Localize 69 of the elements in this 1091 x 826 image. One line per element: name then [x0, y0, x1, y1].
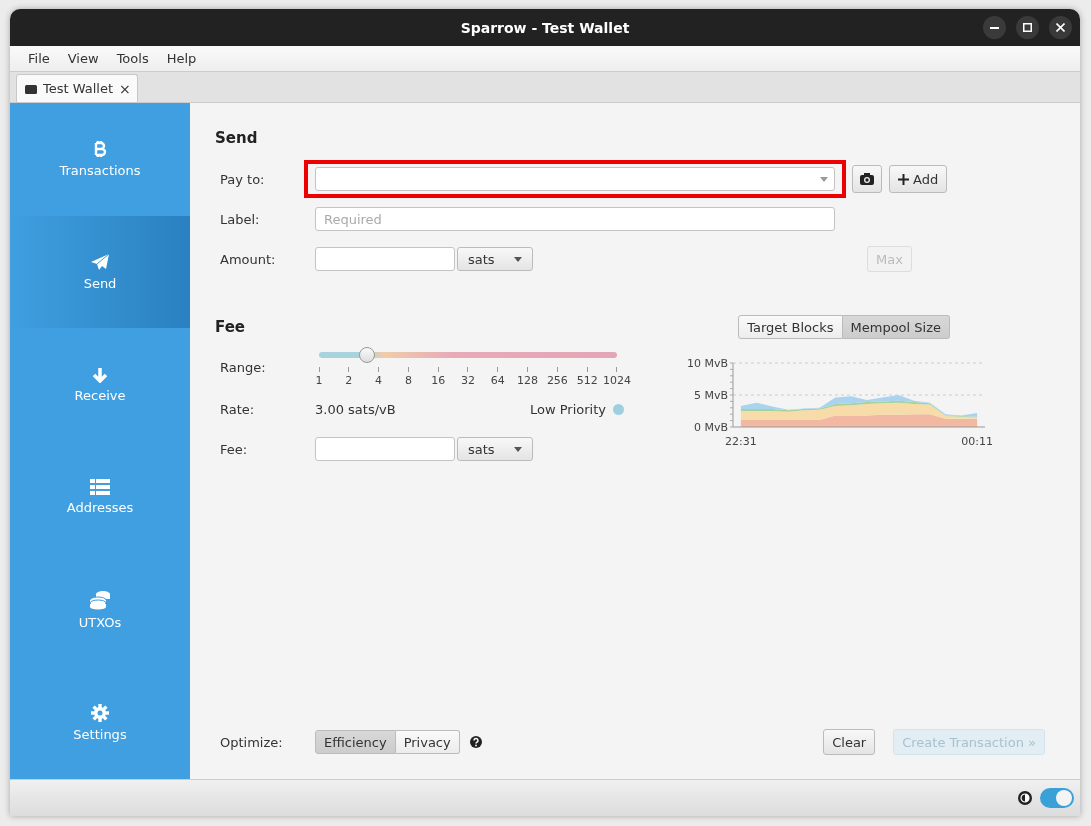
toggle-switch[interactable] — [1040, 788, 1074, 808]
close-button[interactable] — [1049, 16, 1072, 39]
action-button[interactable]: Clear — [823, 729, 876, 755]
slider-thumb[interactable] — [358, 347, 375, 363]
maximize-icon — [1023, 23, 1032, 32]
menu-item[interactable]: View — [58, 51, 108, 66]
tick-label: 1024 — [602, 374, 631, 387]
tick-label: 1 — [315, 374, 323, 387]
camera-button[interactable] — [852, 165, 882, 193]
pay-to-combo-field[interactable] — [315, 167, 835, 191]
section-heading: Send — [215, 129, 259, 147]
tick-label: 8 — [404, 374, 412, 387]
add-button[interactable]: Add — [889, 165, 948, 193]
list-icon — [90, 479, 110, 496]
optimize-toggle[interactable]: Efficiency — [315, 730, 396, 754]
priority-label: Low Priority — [530, 401, 606, 417]
label-input-field[interactable]: Required — [315, 207, 835, 231]
maximize-button[interactable] — [1016, 16, 1039, 39]
minimize-icon — [990, 26, 999, 29]
down-arrow-icon — [92, 366, 108, 383]
section-heading: Fee — [215, 318, 245, 336]
menu-item[interactable]: File — [19, 51, 59, 66]
fee-mode-toggle[interactable]: Mempool Size — [842, 315, 950, 339]
field-label: Rate: — [219, 401, 256, 417]
camera-icon — [860, 173, 874, 185]
menu-item[interactable]: Tools — [107, 51, 158, 66]
axis-label: 10 MvB — [686, 357, 728, 370]
window-title: Sparrow - Test Wallet — [460, 19, 630, 36]
field-label: Optimize: — [219, 734, 284, 750]
circle-icon — [1018, 791, 1032, 805]
tick-label: 2 — [345, 374, 353, 387]
tick-label: 64 — [490, 374, 505, 387]
axis-label: 0 MvB — [693, 421, 728, 434]
tick-label: 16 — [431, 374, 446, 387]
fee-range-slider[interactable] — [319, 347, 617, 363]
axis-label: 00:11 — [961, 435, 993, 448]
tab-label: Test Wallet — [43, 81, 114, 96]
fee-mode-toggle[interactable]: Target Blocks — [738, 315, 843, 339]
unit-dropdown[interactable]: sats — [457, 247, 533, 271]
bitcoin-icon — [93, 140, 107, 159]
field-label: Fee: — [219, 441, 249, 457]
settings-icon — [91, 703, 109, 722]
tick-label: 4 — [375, 374, 383, 387]
amount-input-field[interactable] — [315, 247, 455, 271]
tick-label: 512 — [576, 374, 598, 387]
axis-label: 5 MvB — [693, 389, 728, 402]
fee-input-field[interactable] — [315, 437, 455, 461]
menu-item[interactable]: Help — [157, 51, 206, 66]
tick-label: 128 — [517, 374, 539, 387]
tick-label: 256 — [546, 374, 568, 387]
wallet-icon — [25, 83, 37, 94]
field-label: Label: — [219, 211, 261, 227]
minimize-button[interactable] — [983, 16, 1006, 39]
wallet-tab[interactable]: Test Wallet × — [16, 74, 138, 102]
close-icon — [1056, 23, 1065, 32]
field-label: Range: — [219, 359, 267, 375]
optimize-toggle[interactable]: Privacy — [395, 730, 460, 754]
plus-icon — [898, 173, 909, 185]
fee-rate-value: 3.00 sats/vB — [315, 401, 397, 417]
axis-label: 22:31 — [725, 435, 757, 448]
field-label: Pay to: — [219, 171, 266, 187]
paper-plane-icon — [90, 253, 110, 271]
y-axis — [729, 362, 734, 428]
tab-close-button[interactable]: × — [119, 80, 131, 97]
coins-icon — [89, 590, 111, 610]
field-label: Amount: — [219, 251, 277, 267]
tick-label: 32 — [461, 374, 475, 387]
help-icon[interactable] — [469, 736, 482, 748]
unit-dropdown[interactable]: sats — [457, 437, 533, 461]
